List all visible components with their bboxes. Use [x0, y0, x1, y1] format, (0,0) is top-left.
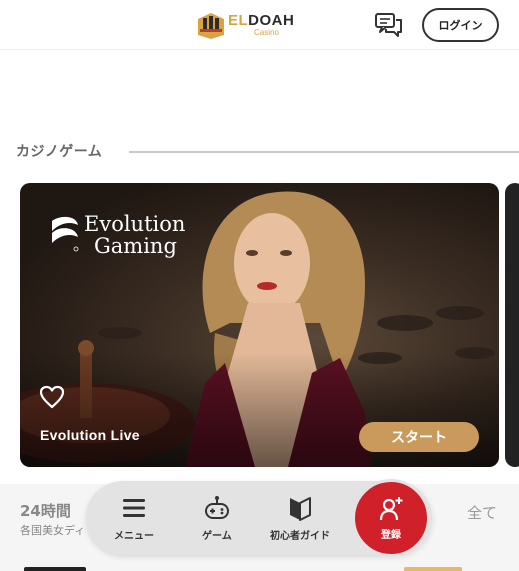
evolution-swirl-icon [52, 216, 79, 252]
view-all-link[interactable]: 全て [467, 502, 497, 523]
nav-game-label: ゲーム [202, 531, 232, 542]
hamburger-menu-icon [123, 499, 145, 517]
row-title: 24時間 [20, 502, 71, 520]
logo-title: ELDOAH [228, 12, 295, 29]
game-card-evolution[interactable]: Evolution Gaming Evolution Live スタート [20, 183, 499, 467]
add-user-icon [379, 497, 403, 521]
bottom-nav: メニュー ゲーム 初心者ガイド 登録 [86, 479, 432, 557]
brand-line2: Gaming [94, 234, 177, 259]
register-label: 登録 [381, 530, 401, 541]
register-button[interactable]: 登録 [352, 479, 430, 557]
next-row-card [24, 567, 86, 571]
eldoah-logo[interactable]: ELDOAH Casino [196, 10, 294, 40]
nav-menu[interactable]: メニュー [114, 494, 154, 542]
row-subtitle: 各国美女ディ [20, 524, 86, 537]
next-row-button [404, 567, 462, 571]
nav-menu-label: メニュー [114, 531, 154, 542]
evolution-gaming-logo: Evolution Gaming [50, 213, 185, 257]
nav-guide-label: 初心者ガイド [270, 531, 330, 542]
start-button[interactable]: スタート [359, 422, 479, 452]
gamepad-icon [204, 496, 229, 519]
next-game-card[interactable] [505, 183, 519, 467]
beginner-mark-icon [290, 497, 311, 521]
login-button[interactable]: ログイン [422, 8, 499, 42]
nav-game[interactable]: ゲーム [202, 494, 232, 542]
brand-line1: Evolution [84, 212, 186, 236]
logo-subtitle: Casino [254, 28, 279, 37]
chat-bubbles-icon[interactable] [374, 11, 404, 39]
section-divider [129, 151, 519, 153]
section-title: カジノゲーム [16, 144, 103, 160]
heart-outline-icon[interactable] [39, 385, 65, 409]
castle-logo-icon [198, 13, 224, 39]
game-title: Evolution Live [40, 427, 140, 443]
app-header: ELDOAH Casino ログイン [0, 0, 519, 50]
nav-beginner-guide[interactable]: 初心者ガイド [270, 494, 330, 542]
